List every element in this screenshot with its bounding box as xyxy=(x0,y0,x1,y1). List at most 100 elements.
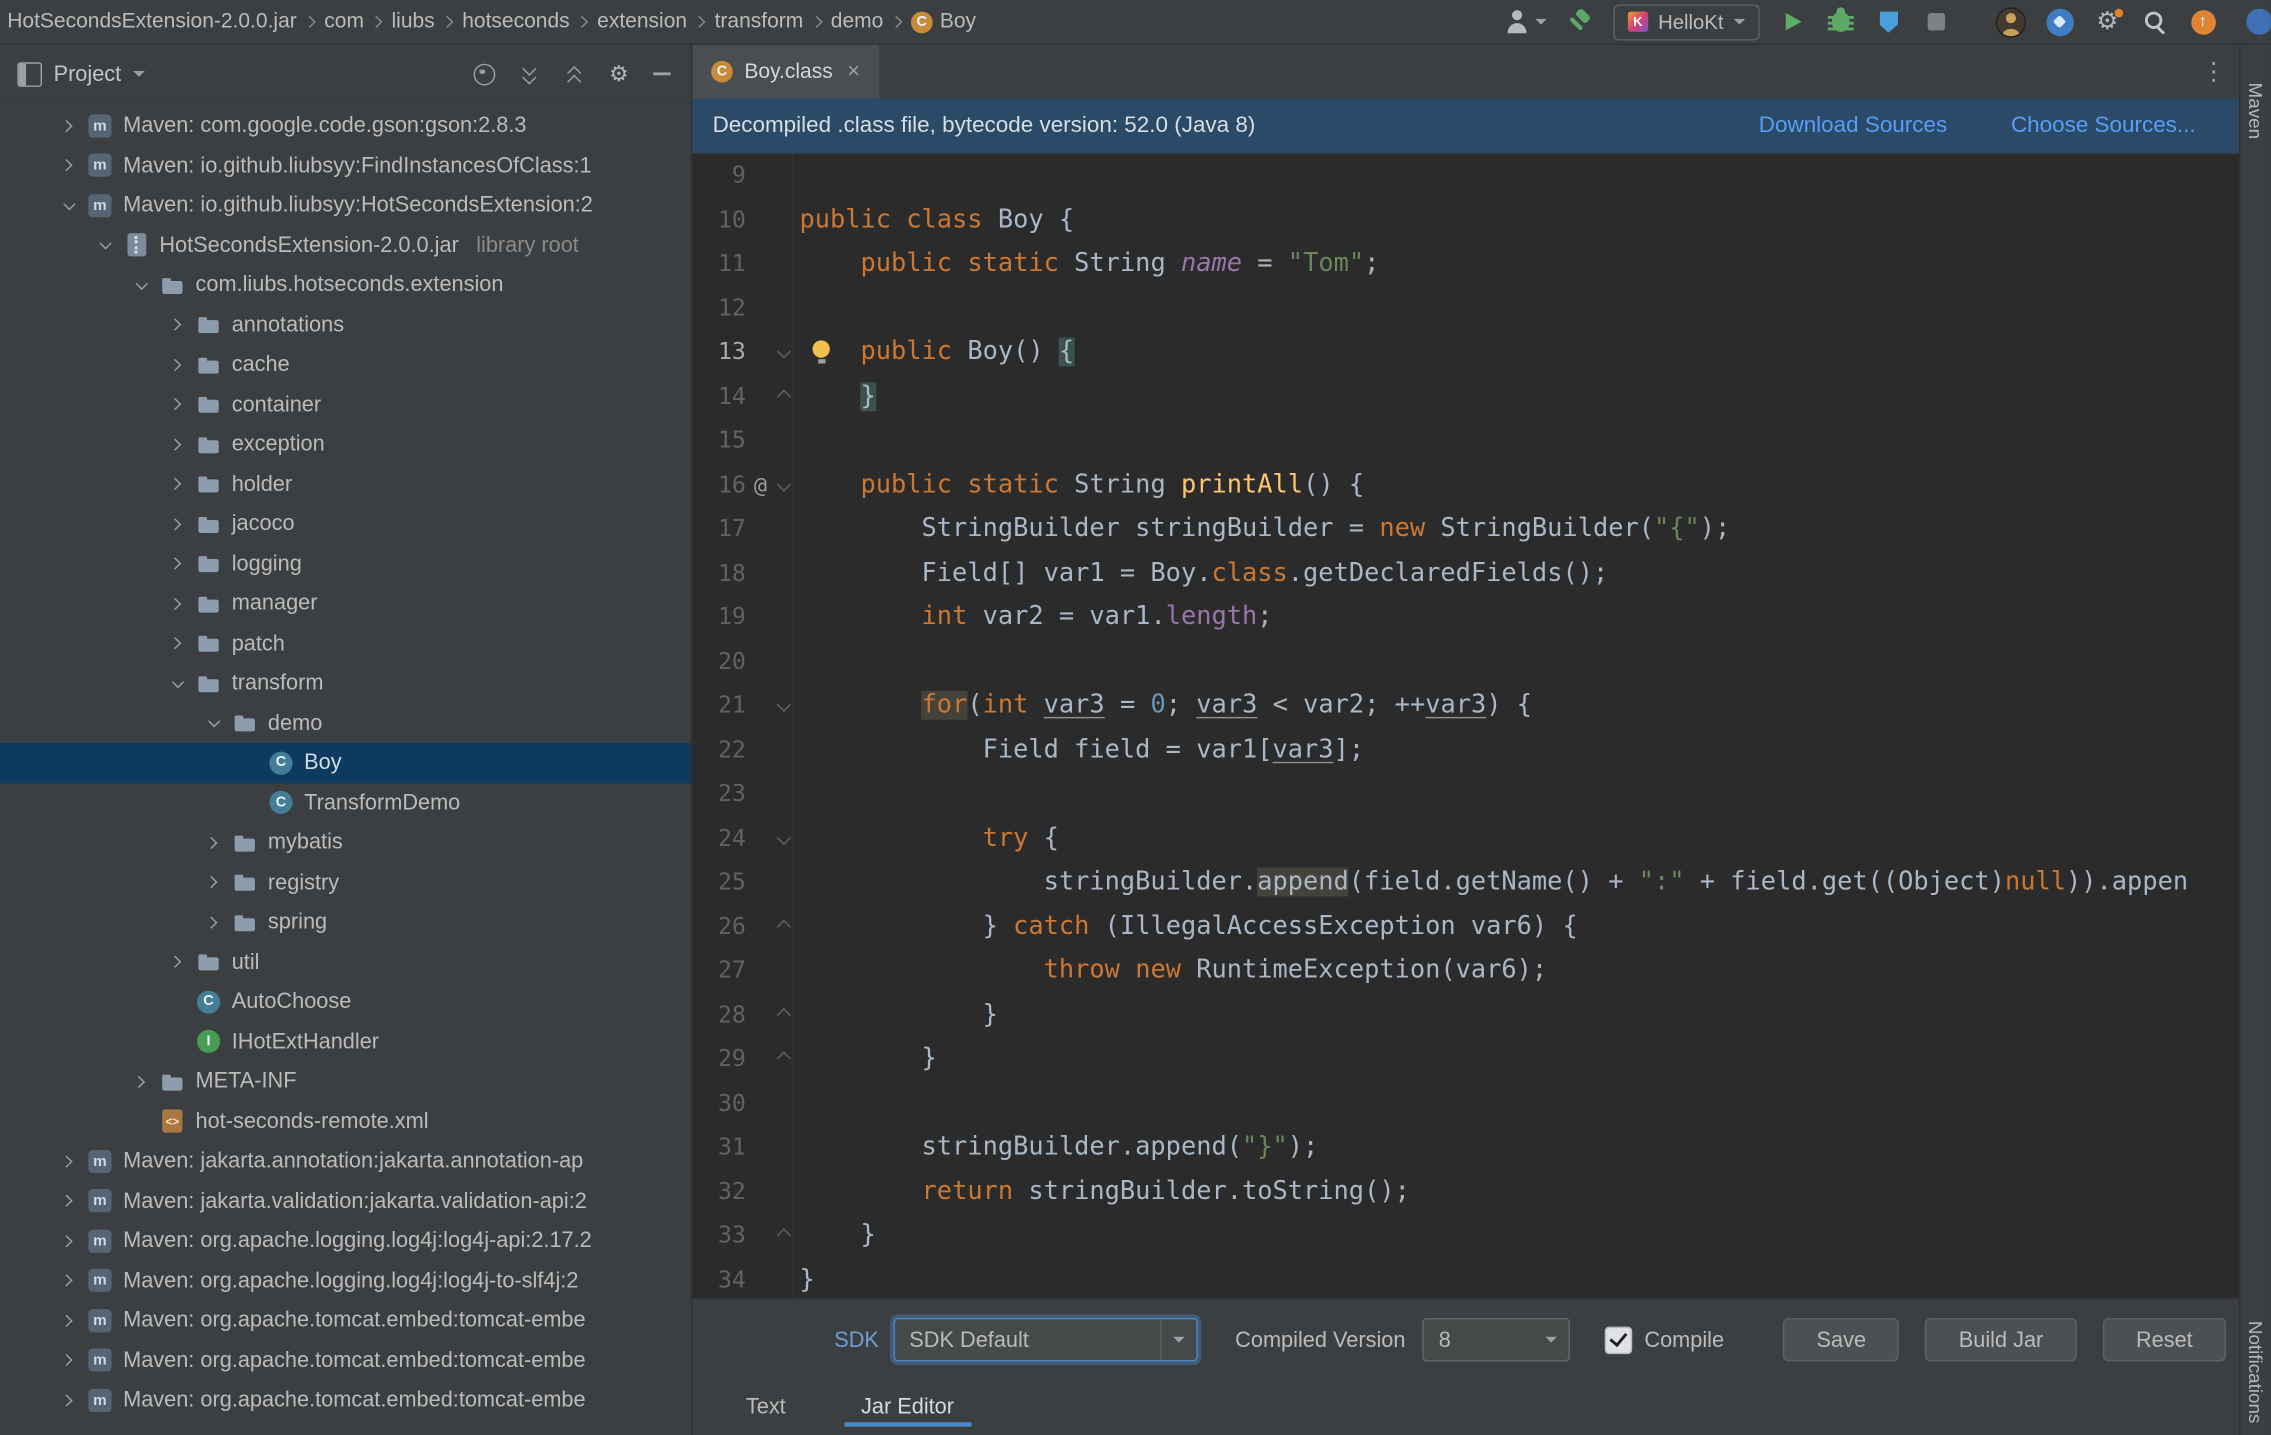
coverage-button[interactable] xyxy=(1874,6,1903,38)
chevron-down-icon[interactable] xyxy=(133,277,149,293)
save-button[interactable]: Save xyxy=(1783,1318,1899,1361)
tree-item[interactable]: Maven: io.github.liubsyy:FindInstancesOf… xyxy=(0,146,691,186)
intention-bulb-icon[interactable] xyxy=(812,340,829,357)
chevron-right-icon[interactable] xyxy=(61,1392,77,1408)
tree-item[interactable]: AutoChoose xyxy=(0,982,691,1022)
download-sources-link[interactable]: Download Sources xyxy=(1759,113,1947,139)
breadcrumb-item[interactable]: extension xyxy=(593,9,692,35)
expand-all-icon[interactable] xyxy=(519,63,539,85)
user-avatar[interactable] xyxy=(1996,6,2026,38)
fold-start-icon[interactable] xyxy=(772,816,795,860)
notifications-tool-button[interactable]: Notifications xyxy=(2245,1321,2267,1424)
chevron-right-icon[interactable] xyxy=(61,158,77,174)
breadcrumb-item[interactable]: HotSecondsExtension-2.0.0.jar xyxy=(3,9,301,35)
compiled-version-select[interactable]: 8 xyxy=(1423,1318,1571,1361)
fold-end-icon[interactable] xyxy=(772,1037,795,1081)
chevron-down-icon[interactable] xyxy=(133,71,145,77)
chevron-right-icon[interactable] xyxy=(61,1313,77,1329)
tree-item[interactable]: util xyxy=(0,942,691,982)
tree-item[interactable]: annotations xyxy=(0,305,691,345)
tree-item[interactable]: demo xyxy=(0,703,691,743)
chevron-right-icon[interactable] xyxy=(169,396,185,412)
tree-item[interactable]: Maven: org.apache.logging.log4j:log4j-to… xyxy=(0,1261,691,1301)
tree-item[interactable]: Maven: jakarta.validation:jakarta.valida… xyxy=(0,1181,691,1221)
chevron-right-icon[interactable] xyxy=(169,357,185,373)
tree-item[interactable]: transform xyxy=(0,663,691,703)
fold-start-icon[interactable] xyxy=(772,684,795,728)
chevron-right-icon[interactable] xyxy=(206,874,222,890)
user-menu-button[interactable] xyxy=(1505,6,1547,38)
breadcrumb-item[interactable]: demo xyxy=(826,9,887,35)
fold-end-icon[interactable] xyxy=(772,1214,795,1258)
update-button[interactable] xyxy=(2188,6,2217,38)
maven-tool-button[interactable]: Maven xyxy=(2245,83,2267,140)
tree-item[interactable]: Maven: com.google.code.gson:gson:2.8.3 xyxy=(0,106,691,146)
tab-text[interactable]: Text xyxy=(740,1395,791,1435)
chevron-right-icon[interactable] xyxy=(169,436,185,452)
breadcrumb-item[interactable]: Boy xyxy=(907,9,981,35)
reset-button[interactable]: Reset xyxy=(2103,1318,2226,1361)
breadcrumb-item[interactable]: transform xyxy=(710,9,807,35)
settings-button[interactable] xyxy=(2093,6,2122,38)
locate-icon[interactable] xyxy=(473,63,495,85)
debug-button[interactable] xyxy=(1826,6,1855,38)
tree-item[interactable]: manager xyxy=(0,584,691,624)
run-button[interactable] xyxy=(1779,6,1808,38)
close-icon[interactable] xyxy=(847,59,860,84)
stop-button[interactable] xyxy=(1922,6,1951,38)
tree-item[interactable]: spring xyxy=(0,902,691,942)
chevron-down-icon[interactable] xyxy=(169,675,185,691)
tree-item[interactable]: Maven: org.apache.tomcat.embed:tomcat-em… xyxy=(0,1380,691,1420)
chevron-right-icon[interactable] xyxy=(169,635,185,651)
tree-item[interactable]: Maven: org.apache.logging.log4j:log4j-ap… xyxy=(0,1221,691,1261)
tree-item[interactable]: hot-seconds-remote.xml xyxy=(0,1101,691,1141)
collapse-all-icon[interactable] xyxy=(564,63,584,85)
plugin-badge-button[interactable] xyxy=(2045,6,2074,38)
sdk-select[interactable]: SDK Default xyxy=(893,1318,1197,1361)
chevron-right-icon[interactable] xyxy=(206,914,222,930)
build-button[interactable] xyxy=(1565,6,1594,38)
chevron-right-icon[interactable] xyxy=(61,1153,77,1169)
code-editor[interactable]: 910public class Boy {11 public static St… xyxy=(692,154,2239,1298)
choose-sources-link[interactable]: Choose Sources... xyxy=(2011,113,2196,139)
tree-item[interactable]: Maven: org.apache.tomcat.embed:tomcat-em… xyxy=(0,1340,691,1380)
chevron-right-icon[interactable] xyxy=(169,516,185,532)
tree-item[interactable]: jacoco xyxy=(0,504,691,544)
breadcrumb-item[interactable]: hotseconds xyxy=(458,9,574,35)
chevron-right-icon[interactable] xyxy=(206,835,222,851)
panel-title[interactable]: Project xyxy=(54,62,122,87)
chevron-right-icon[interactable] xyxy=(61,1233,77,1249)
tree-item[interactable]: cache xyxy=(0,345,691,385)
fold-end-icon[interactable] xyxy=(772,374,795,418)
chevron-right-icon[interactable] xyxy=(169,476,185,492)
tree-item[interactable]: Maven: io.github.liubsyy:HotSecondsExten… xyxy=(0,185,691,225)
chevron-right-icon[interactable] xyxy=(61,1273,77,1289)
fold-end-icon[interactable] xyxy=(772,993,795,1037)
tree-item[interactable]: exception xyxy=(0,424,691,464)
gear-icon[interactable] xyxy=(609,63,628,85)
tree-item[interactable]: registry xyxy=(0,862,691,902)
tree-item[interactable]: logging xyxy=(0,544,691,584)
editor-tab[interactable]: Boy.class xyxy=(692,45,878,99)
chevron-right-icon[interactable] xyxy=(169,596,185,612)
chevron-right-icon[interactable] xyxy=(61,1193,77,1209)
tree-item[interactable]: Maven: jakarta.annotation:jakarta.annota… xyxy=(0,1141,691,1181)
build-jar-button[interactable]: Build Jar xyxy=(1925,1318,2076,1361)
fold-end-icon[interactable] xyxy=(772,904,795,948)
search-everywhere-button[interactable] xyxy=(2141,6,2170,38)
chevron-right-icon[interactable] xyxy=(61,118,77,134)
tree-item[interactable]: Boy xyxy=(0,743,691,783)
tree-item[interactable]: HotSecondsExtension-2.0.0.jarlibrary roo… xyxy=(0,225,691,265)
tree-item[interactable]: patch xyxy=(0,623,691,663)
chevron-right-icon[interactable] xyxy=(61,1352,77,1368)
run-config-selector[interactable]: K HelloKt xyxy=(1613,4,1759,40)
tree-item[interactable]: com.liubs.hotseconds.extension xyxy=(0,265,691,305)
fold-start-icon[interactable] xyxy=(772,463,795,507)
breadcrumb-item[interactable]: liubs xyxy=(387,9,439,35)
tree-item[interactable]: holder xyxy=(0,464,691,504)
tree-item[interactable]: Maven: org.apache.tomcat.embed:tomcat-em… xyxy=(0,1301,691,1341)
tab-jar-editor[interactable]: Jar Editor xyxy=(855,1395,960,1435)
chevron-right-icon[interactable] xyxy=(133,1074,149,1090)
hide-panel-icon[interactable] xyxy=(653,72,670,75)
chevron-right-icon[interactable] xyxy=(169,954,185,970)
